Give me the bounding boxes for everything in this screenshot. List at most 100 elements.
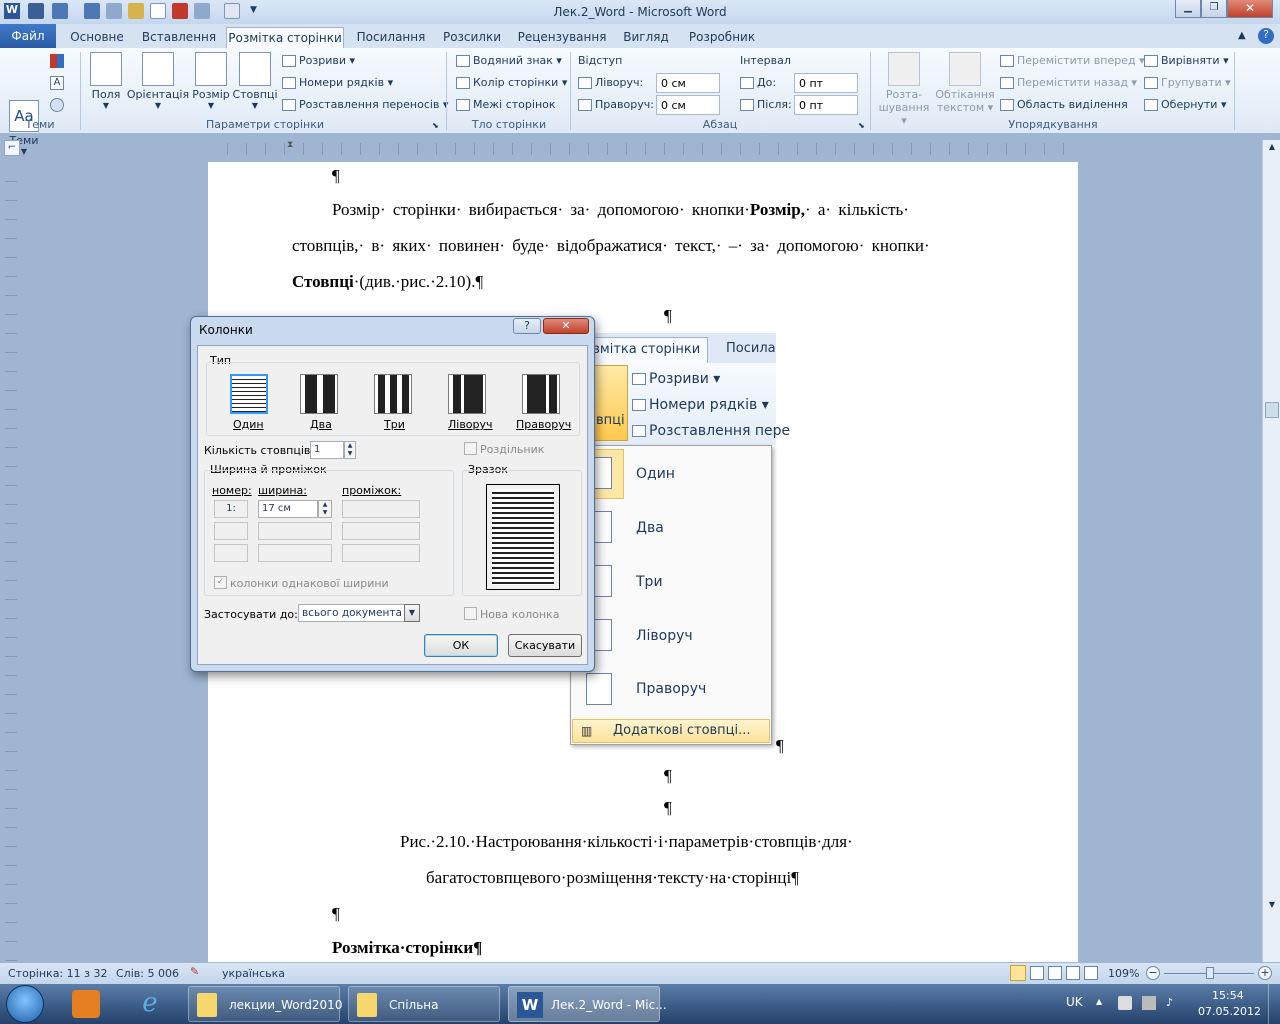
apply-to-dropdown-arrow[interactable]: ▼ <box>404 604 420 622</box>
page-color-button[interactable]: Колір сторінки ▾ <box>456 76 567 89</box>
view-print-layout-icon[interactable] <box>1010 965 1026 981</box>
send-backward-button[interactable]: Перемістити назад ▾ <box>1000 76 1137 89</box>
paragraph-launcher-icon[interactable]: ⬊ <box>858 121 865 130</box>
size-button[interactable]: Розмір ▼ <box>190 52 232 110</box>
preset-one-icon[interactable] <box>230 374 268 414</box>
volume-icon[interactable]: ♪ <box>1166 996 1180 1010</box>
wrap-text-button[interactable]: Обтікання текстом ▾ <box>934 52 996 114</box>
page-setup-launcher-icon[interactable]: ⬊ <box>432 121 439 130</box>
breaks-button[interactable]: Розриви ▾ <box>282 54 355 67</box>
view-draft-icon[interactable] <box>1084 966 1098 980</box>
scroll-down-arrow[interactable]: ▼ <box>1265 900 1279 914</box>
theme-colors-icon[interactable] <box>50 54 64 68</box>
preset-right-icon[interactable] <box>522 374 560 414</box>
page-borders-button[interactable]: Межі сторінок <box>456 98 556 111</box>
tab-references[interactable]: Посилання <box>350 27 432 48</box>
tab-page-layout[interactable]: Розмітка сторінки <box>226 27 344 48</box>
show-desktop-button[interactable] <box>1268 984 1280 1024</box>
media-player-icon[interactable] <box>72 990 100 1018</box>
orientation-button[interactable]: Орієнтація ▼ <box>126 52 190 110</box>
column-width-1-spinner[interactable]: ▲ ▼ <box>318 500 332 518</box>
preset-one-label[interactable]: Один <box>233 418 264 431</box>
taskbar-item-lectures[interactable]: лекции_Word2010 <box>188 986 342 1022</box>
line-numbers-button[interactable]: Номери рядків ▾ <box>282 76 393 89</box>
horizontal-ruler[interactable] <box>208 142 1076 156</box>
minimize-button[interactable]: ▁ <box>1175 0 1201 18</box>
scroll-up-arrow[interactable]: ▲ <box>1265 142 1279 156</box>
watermark-button[interactable]: Водяний знак ▾ <box>456 54 562 67</box>
preset-left-label[interactable]: Ліворуч <box>448 418 493 431</box>
zoom-in-button[interactable]: + <box>1258 966 1272 980</box>
zoom-slider-thumb[interactable] <box>1206 967 1214 979</box>
theme-effects-icon[interactable] <box>50 98 64 112</box>
preset-three-icon[interactable] <box>374 374 412 414</box>
zoom-out-button[interactable]: − <box>1146 966 1160 980</box>
view-reading-icon[interactable] <box>1030 966 1044 980</box>
language-indicator[interactable]: українська <box>222 967 285 980</box>
start-button[interactable] <box>6 985 44 1023</box>
minimize-ribbon-icon[interactable]: ▲ <box>1238 30 1246 41</box>
clock-date[interactable]: 07.05.2012 <box>1198 1005 1261 1018</box>
preset-two-icon[interactable] <box>300 374 338 414</box>
equal-width-checkbox[interactable]: ✓ <box>214 576 227 589</box>
tab-developer[interactable]: Розробник <box>680 27 764 48</box>
taskbar-item-shared[interactable]: Спільна <box>348 986 500 1022</box>
spelling-icon[interactable]: ✎ <box>190 965 206 981</box>
columns-button[interactable]: Стовпці ▼ <box>232 52 278 110</box>
zoom-level[interactable]: 109% <box>1108 967 1139 980</box>
margins-button[interactable]: Поля ▼ <box>88 52 124 110</box>
tab-view[interactable]: Вигляд <box>618 27 674 48</box>
column-count-spinner[interactable]: ▲ ▼ <box>344 441 356 459</box>
apply-to-select[interactable]: всього документа <box>298 604 406 622</box>
position-button[interactable]: Розта- шування ▾ <box>876 52 932 127</box>
scroll-thumb[interactable] <box>1265 402 1279 418</box>
taskbar-item-word[interactable]: W Лек.2_Word - Mic... <box>508 986 667 1022</box>
column-count-input[interactable]: 1 <box>310 441 344 459</box>
internet-explorer-icon[interactable]: e <box>134 988 166 1020</box>
network-icon[interactable] <box>1142 996 1156 1010</box>
bring-forward-button[interactable]: Перемістити вперед ▾ <box>1000 54 1145 67</box>
view-outline-icon[interactable] <box>1066 966 1080 980</box>
tab-review[interactable]: Рецензування <box>512 27 612 48</box>
tray-expand-icon[interactable]: ▲ <box>1096 997 1102 1006</box>
indent-left-input[interactable]: 0 см <box>656 73 720 93</box>
tab-insert[interactable]: Вставлення <box>138 27 220 48</box>
tab-file[interactable]: Файл <box>0 24 56 48</box>
tab-mailings[interactable]: Розсилки <box>438 27 506 48</box>
new-column-checkbox[interactable] <box>464 607 477 620</box>
align-button[interactable]: Вирівняти ▾ <box>1144 54 1229 67</box>
help-icon[interactable]: ? <box>1258 28 1274 44</box>
column-number-2 <box>214 522 248 540</box>
preset-left-icon[interactable] <box>448 374 486 414</box>
separator-checkbox[interactable] <box>464 442 477 455</box>
close-button[interactable]: ✕ <box>1227 0 1273 18</box>
spacing-after-input[interactable]: 0 пт <box>794 95 858 115</box>
selection-pane-button[interactable]: Область виділення <box>1000 98 1128 111</box>
cancel-button[interactable]: Скасувати <box>508 634 582 657</box>
theme-fonts-icon[interactable]: A <box>50 76 64 90</box>
clock-time[interactable]: 15:54 <box>1212 989 1244 1002</box>
page-count[interactable]: Сторінка: 11 з 32 <box>8 967 107 980</box>
dialog-help-button[interactable]: ? <box>513 318 541 334</box>
tab-home[interactable]: Основне <box>62 27 132 48</box>
preset-two-label[interactable]: Два <box>310 418 332 431</box>
ruler-toggle[interactable]: ⌐ <box>4 140 20 156</box>
spacing-before-input[interactable]: 0 пт <box>794 73 858 93</box>
hyphenation-button[interactable]: Розставлення переносів ▾ <box>282 98 448 111</box>
preset-three-label[interactable]: Три <box>384 418 405 431</box>
input-language[interactable]: UK <box>1066 995 1083 1009</box>
preset-right-label[interactable]: Праворуч <box>516 418 571 431</box>
action-center-icon[interactable] <box>1118 996 1132 1010</box>
ok-button[interactable]: ОК <box>424 634 498 657</box>
rotate-button[interactable]: Обернути ▾ <box>1144 98 1226 111</box>
indent-marker[interactable]: ⧗ <box>287 140 295 158</box>
word-count[interactable]: Слів: 5 006 <box>116 967 179 980</box>
view-web-icon[interactable] <box>1048 966 1062 980</box>
indent-right-input[interactable]: 0 см <box>656 95 720 115</box>
maximize-button[interactable]: ❐ <box>1201 0 1227 18</box>
vertical-ruler[interactable] <box>4 162 18 962</box>
vertical-scrollbar[interactable]: ▲ ▼ <box>1262 140 1280 962</box>
dialog-close-button[interactable]: ✕ <box>543 318 589 334</box>
group-button[interactable]: Групувати ▾ <box>1144 76 1231 89</box>
column-width-1[interactable]: 17 см <box>258 500 318 518</box>
